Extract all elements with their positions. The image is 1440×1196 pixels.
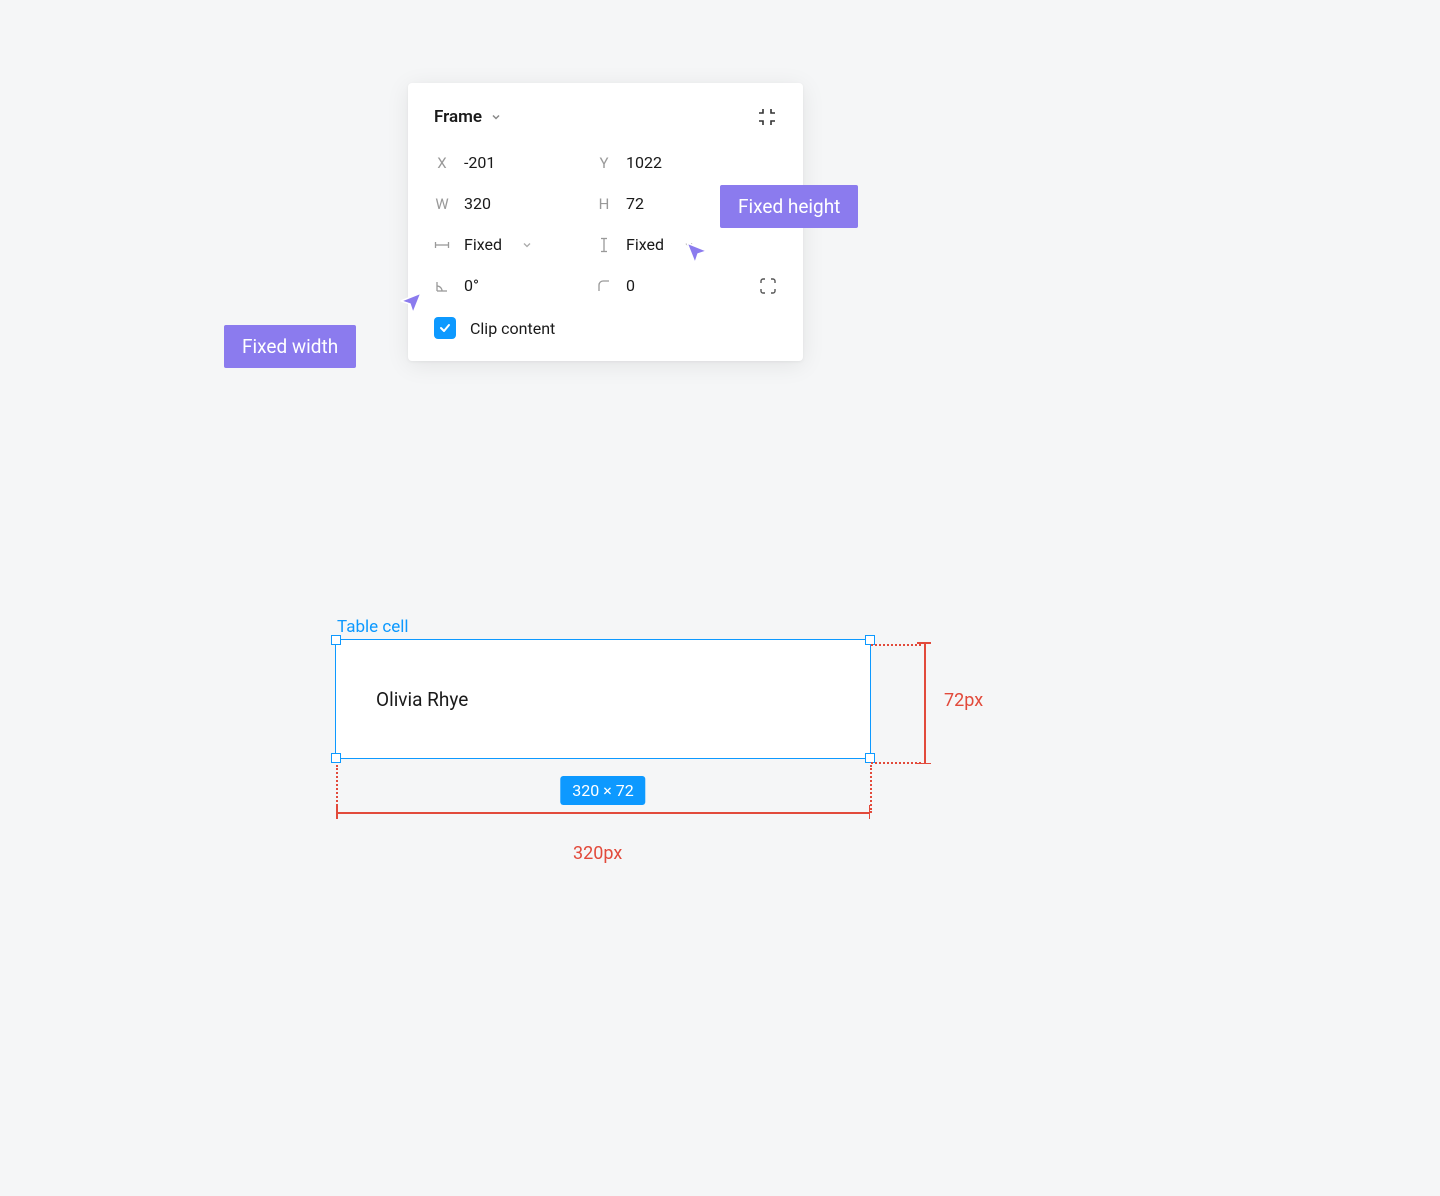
- vertical-resize-icon: [596, 237, 612, 253]
- h-value: 72: [626, 194, 644, 213]
- resize-to-fit-icon[interactable]: [757, 107, 777, 127]
- vertical-resize-value: Fixed: [626, 235, 664, 254]
- w-label: W: [434, 195, 450, 213]
- measure-guide: [871, 644, 921, 646]
- clip-content-label: Clip content: [470, 319, 555, 338]
- resize-mode-row: Fixed Fixed: [434, 235, 777, 254]
- cell-text: Olivia Rhye: [376, 688, 468, 711]
- corner-radius-field[interactable]: 0: [596, 276, 759, 295]
- y-value: 1022: [626, 153, 662, 172]
- measure-width-bar: [336, 812, 870, 814]
- independent-corners-button[interactable]: [759, 277, 777, 295]
- position-row: X -201 Y 1022: [434, 153, 777, 172]
- angle-icon: [434, 278, 450, 294]
- resize-handle-top-left[interactable]: [331, 635, 341, 645]
- callout-fixed-width: Fixed width: [224, 325, 356, 368]
- chevron-down-icon: [522, 240, 532, 250]
- clip-content-row: Clip content: [434, 317, 777, 339]
- horizontal-resize-icon: [434, 237, 450, 253]
- horizontal-resize-dropdown[interactable]: Fixed: [434, 235, 596, 254]
- callout-text: Fixed width: [242, 335, 338, 358]
- x-value: -201: [464, 153, 495, 172]
- resize-handle-bottom-left[interactable]: [331, 753, 341, 763]
- selected-frame-wrap: Table cell Olivia Rhye 320 × 72: [335, 617, 871, 759]
- chevron-down-icon: [490, 111, 502, 123]
- h-label: H: [596, 195, 612, 213]
- corner-radius-icon: [596, 278, 612, 294]
- frame-title-text: Frame: [434, 107, 482, 127]
- frame-type-dropdown[interactable]: Frame: [434, 107, 502, 127]
- callout-text: Fixed height: [738, 195, 840, 218]
- w-value: 320: [464, 194, 491, 213]
- panel-header: Frame: [434, 107, 777, 127]
- measure-height-label: 72px: [944, 690, 983, 711]
- rotation-field[interactable]: 0°: [434, 276, 596, 295]
- annotation-cursor-icon: [682, 238, 712, 268]
- measure-height-bar: [924, 642, 926, 764]
- measure-guide: [870, 765, 872, 813]
- callout-fixed-height: Fixed height: [720, 185, 858, 228]
- measure-guide: [871, 762, 921, 764]
- corner-radius-value: 0: [626, 276, 635, 295]
- table-cell-frame[interactable]: Olivia Rhye 320 × 72: [335, 639, 871, 759]
- x-field[interactable]: X -201: [434, 153, 596, 172]
- y-field[interactable]: Y 1022: [596, 153, 777, 172]
- layer-name-label[interactable]: Table cell: [337, 617, 871, 637]
- x-label: X: [434, 154, 450, 172]
- measure-width-label: 320px: [573, 843, 622, 864]
- horizontal-resize-value: Fixed: [464, 235, 502, 254]
- y-label: Y: [596, 154, 612, 172]
- rotation-value: 0°: [464, 276, 479, 295]
- w-field[interactable]: W 320: [434, 194, 596, 213]
- clip-content-checkbox[interactable]: [434, 317, 456, 339]
- annotation-cursor-icon: [396, 288, 426, 318]
- rotation-radius-row: 0° 0: [434, 276, 777, 295]
- dimensions-badge: 320 × 72: [560, 776, 645, 805]
